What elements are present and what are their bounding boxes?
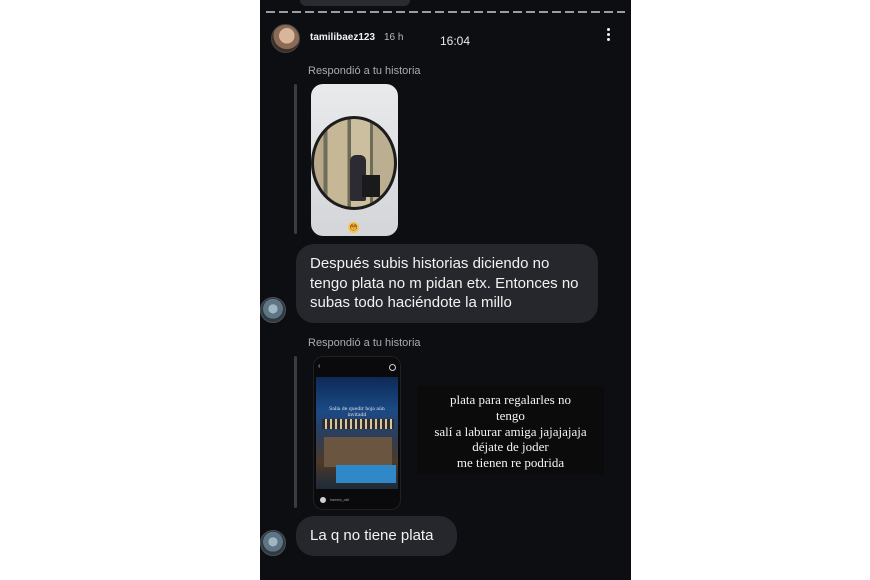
dm-thread-screen: tamilibaez123 16 h 16:04 Respondió a tu … <box>260 0 631 580</box>
pergola-photo: Salía de quedir hoja aún invitadd <box>316 377 398 489</box>
account-avatar-icon <box>320 497 326 503</box>
pergola-shape <box>322 419 394 429</box>
story-thumbnail[interactable] <box>311 84 398 236</box>
story-caption: Salía de quedir hoja aún invitadd <box>329 407 385 418</box>
replied-to-story-label: Respondió a tu historia <box>308 65 421 77</box>
mirror-photo <box>311 116 397 210</box>
reply-quote-bar <box>294 356 297 508</box>
story-progress-bar <box>266 11 625 13</box>
sender-avatar[interactable] <box>260 297 286 323</box>
more-vertical-icon[interactable] <box>603 26 613 44</box>
search-icon <box>389 364 396 371</box>
message-bubble[interactable]: Después subis historias diciendo no teng… <box>296 244 598 323</box>
status-notch <box>300 0 410 6</box>
flushed-emoji-icon: 😳 <box>348 222 359 233</box>
replied-to-story-label: Respondió a tu historia <box>308 337 421 349</box>
time-ago: 16 h <box>384 32 404 43</box>
back-chevron-icon: ‹ <box>318 363 321 370</box>
pool-shape <box>336 465 396 483</box>
reply-quote-bar <box>294 84 297 234</box>
story-overlay-text: plata para regalarles no tengo salí a la… <box>417 386 604 474</box>
chair-shape <box>362 175 380 197</box>
deck-shape <box>324 437 392 467</box>
story-top-bar: ‹ <box>318 363 396 371</box>
story-footer-text: hammo_oidi <box>330 498 350 502</box>
message-bubble[interactable]: La q no tiene plata <box>296 516 457 556</box>
profile-avatar[interactable] <box>271 24 300 53</box>
story-thumbnail[interactable]: ‹ Salía de quedir hoja aún invitadd hamm… <box>313 356 401 510</box>
story-footer: hammo_oidi <box>320 497 394 503</box>
clock-time: 16:04 <box>440 34 471 48</box>
username[interactable]: tamilibaez123 <box>310 32 375 43</box>
sender-avatar[interactable] <box>260 530 286 556</box>
